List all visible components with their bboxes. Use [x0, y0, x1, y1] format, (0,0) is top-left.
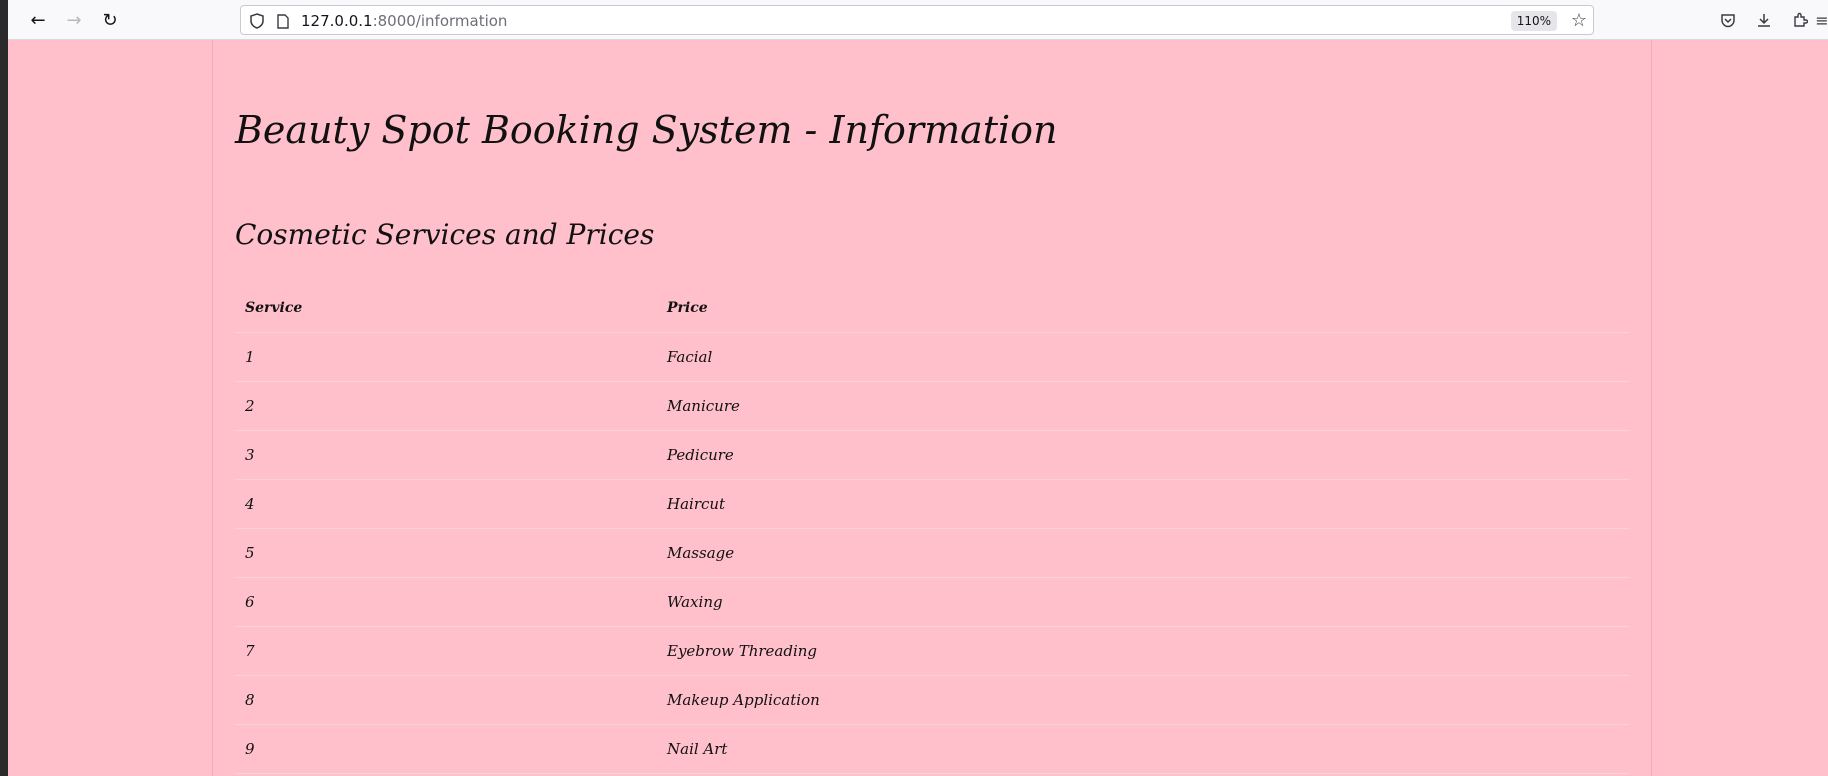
service-cell: 6 [235, 577, 657, 627]
service-cell: 8 [235, 675, 657, 725]
table-row: 5 Massage [235, 528, 1629, 578]
browser-toolbar: ← → ↻ 127.0.0.1:8000/information 110% ☆ … [8, 0, 1828, 40]
price-cell: Nail Art [657, 724, 1629, 774]
price-cell: Eyebrow Threading [657, 626, 1629, 676]
forward-button[interactable]: → [60, 6, 88, 34]
menu-icon: ≡ [1816, 10, 1828, 30]
table-row: 1 Facial [235, 332, 1629, 382]
downloads-button[interactable] [1750, 6, 1778, 34]
page-viewport: Beauty Spot Booking System - Information… [8, 40, 1828, 776]
table-row: 4 Haircut [235, 479, 1629, 529]
service-cell: 3 [235, 430, 657, 480]
arrow-right-icon: → [66, 9, 82, 31]
service-cell: 5 [235, 528, 657, 578]
table-row: 7 Eyebrow Threading [235, 626, 1629, 676]
content-container: Beauty Spot Booking System - Information… [212, 40, 1652, 776]
price-cell: Pedicure [657, 430, 1629, 480]
url-text[interactable]: 127.0.0.1:8000/information [301, 11, 507, 31]
url-bar[interactable]: 127.0.0.1:8000/information 110% ☆ [240, 5, 1594, 35]
reload-button[interactable]: ↻ [96, 6, 124, 34]
price-cell: Haircut [657, 479, 1629, 529]
table-row: 8 Makeup Application [235, 675, 1629, 725]
table-row: 3 Pedicure [235, 430, 1629, 480]
url-host: 127.0.0.1 [301, 12, 373, 30]
shield-icon[interactable] [247, 11, 267, 31]
price-cell: Waxing [657, 577, 1629, 627]
services-table: Service Price 1 Facial 2 Manicure 3 Pedi… [235, 284, 1629, 774]
pocket-button[interactable] [1714, 6, 1742, 34]
service-cell: 7 [235, 626, 657, 676]
service-cell: 1 [235, 332, 657, 382]
pocket-icon [1721, 13, 1735, 27]
column-header-service: Service [235, 284, 657, 333]
arrow-left-icon: ← [30, 9, 46, 31]
page-title: Beauty Spot Booking System - Information [235, 108, 1058, 152]
price-cell: Manicure [657, 381, 1629, 431]
reload-icon: ↻ [102, 9, 118, 31]
column-header-price: Price [657, 284, 1629, 333]
page-icon[interactable] [273, 11, 293, 31]
url-path: :8000/information [372, 12, 508, 30]
menu-button[interactable]: ≡ [1816, 6, 1828, 34]
back-button[interactable]: ← [24, 6, 52, 34]
price-cell: Makeup Application [657, 675, 1629, 725]
price-cell: Massage [657, 528, 1629, 578]
window-edge [0, 0, 8, 776]
zoom-level[interactable]: 110% [1510, 11, 1557, 31]
table-row: 2 Manicure [235, 381, 1629, 431]
table-header-row: Service Price [235, 284, 1629, 333]
extensions-button[interactable] [1786, 6, 1814, 34]
star-icon[interactable]: ☆ [1571, 10, 1587, 31]
service-cell: 4 [235, 479, 657, 529]
table-row: 6 Waxing [235, 577, 1629, 627]
download-icon [1758, 14, 1770, 27]
table-row: 9 Nail Art [235, 724, 1629, 774]
service-cell: 9 [235, 724, 657, 774]
price-cell: Facial [657, 332, 1629, 382]
extensions-icon [1794, 12, 1808, 27]
section-title: Cosmetic Services and Prices [235, 218, 655, 251]
service-cell: 2 [235, 381, 657, 431]
